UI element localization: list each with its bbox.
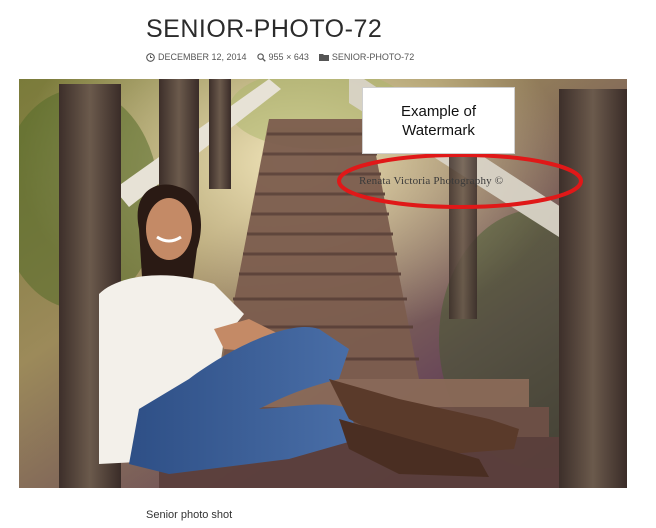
parent-post-title: SENIOR-PHOTO-72 [331,52,415,62]
image-caption: Senior photo shot [146,509,233,521]
post-title: SENIOR-PHOTO-72 [146,15,383,43]
entry-date-link[interactable]: DECEMBER 12, 2014 [146,50,247,64]
entry-meta: DECEMBER 12, 2014 955 × 643 SENIOR-PHOTO… [146,50,414,64]
image-dimensions: 955 × 643 [268,52,309,62]
photo-watermark: Renata Victoria Photography © [359,175,504,187]
watermark-annotation-box: Example of Watermark [362,87,515,154]
attachment-image[interactable]: Example of Watermark Renata Victoria Pho… [19,79,627,488]
photo-scene [19,79,627,488]
folder-icon [318,54,329,61]
entry-date: DECEMBER 12, 2014 [158,52,247,62]
full-size-link[interactable]: 955 × 643 [256,50,309,64]
parent-post-link[interactable]: SENIOR-PHOTO-72 [318,50,415,64]
magnifier-icon [256,52,266,62]
clock-icon [146,52,155,62]
